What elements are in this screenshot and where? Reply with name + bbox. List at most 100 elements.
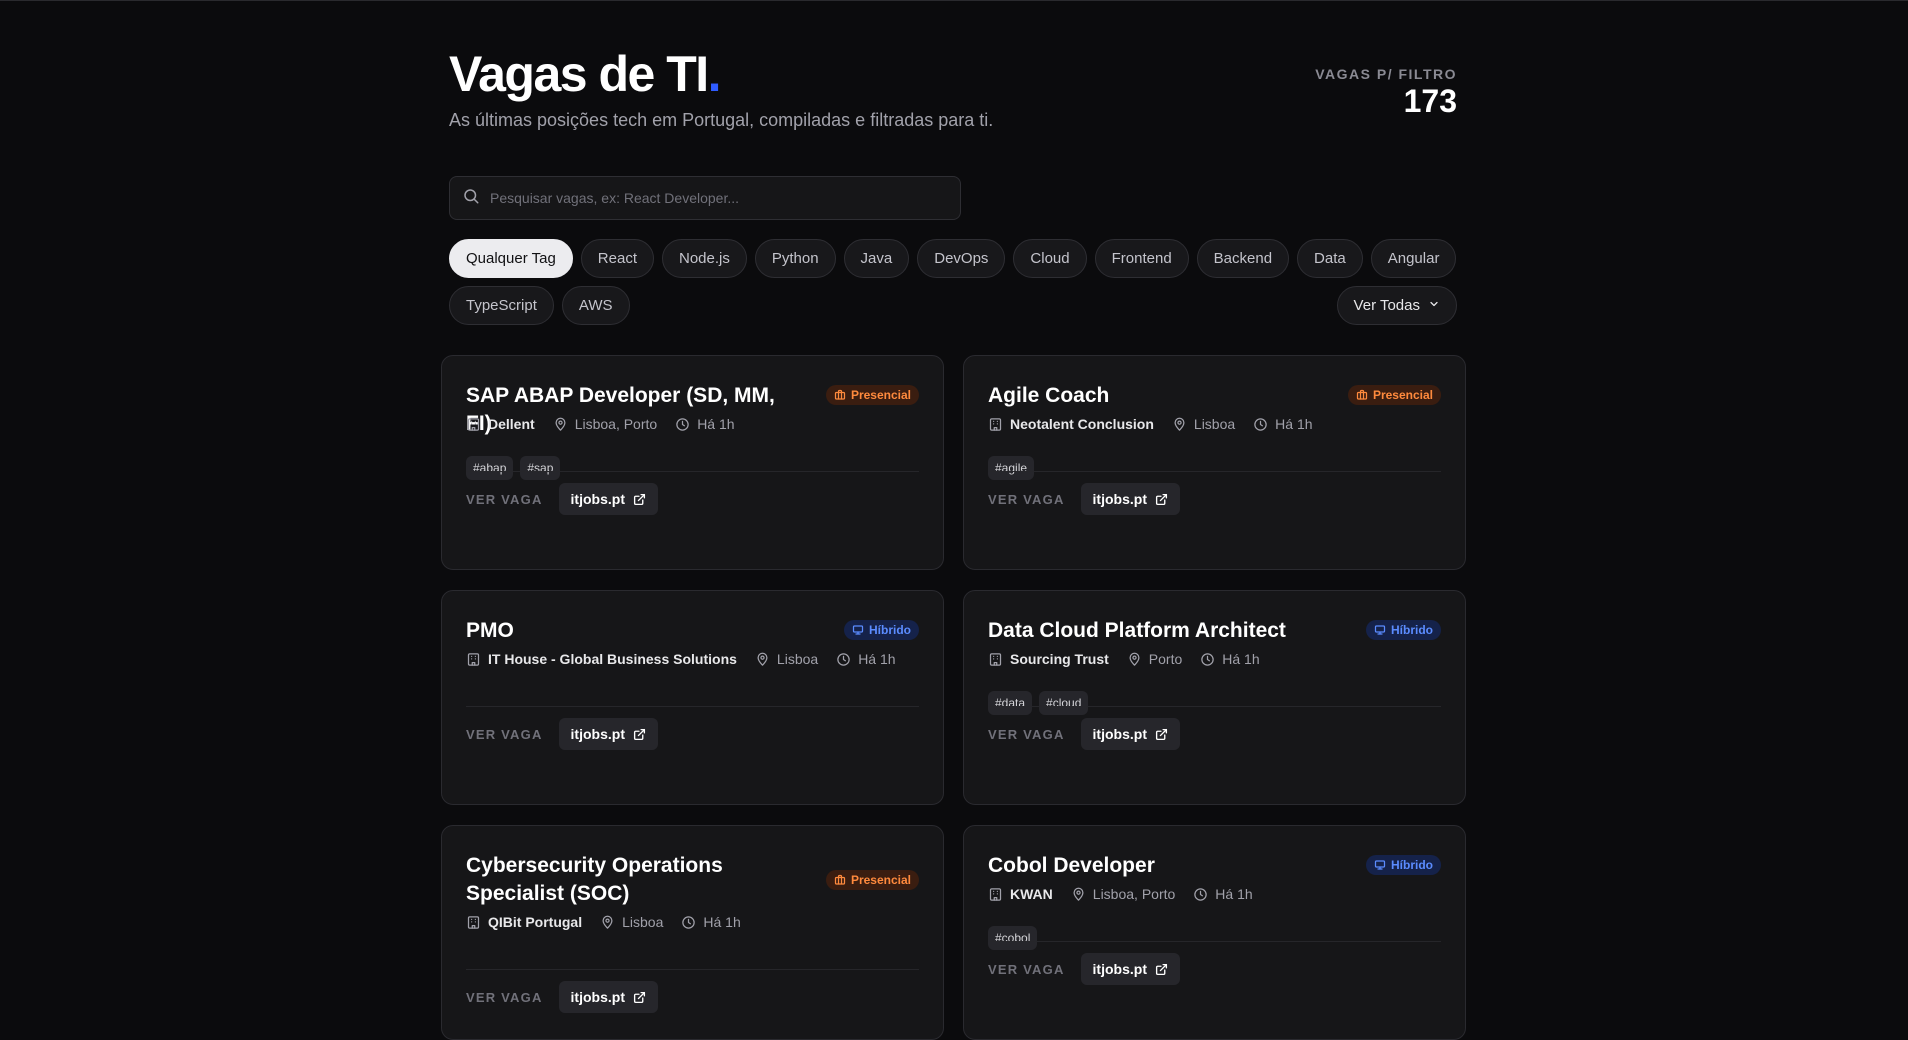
tag-filter-java[interactable]: Java	[843, 239, 910, 278]
job-meta: QIBit Portugal Lisboa Há 1h	[466, 914, 741, 930]
tag-filter-data[interactable]: Data	[1297, 239, 1363, 278]
ver-vaga-label: VER VAGA	[988, 491, 1065, 507]
tag-filter-cloud[interactable]: Cloud	[1013, 239, 1087, 278]
location-pin-icon	[1127, 652, 1142, 667]
counter-label: VAGAS P/ FILTRO	[1315, 66, 1457, 82]
job-meta: IT House - Global Business Solutions Lisb…	[466, 651, 896, 667]
card-divider	[988, 471, 1441, 472]
job-card[interactable]: Agile Coach Presencial Neotalent Conclusio…	[963, 355, 1466, 570]
job-location: Lisboa, Porto	[1092, 886, 1176, 902]
job-source-link[interactable]: itjobs.pt	[1080, 953, 1180, 985]
work-mode-label: Híbrido	[869, 623, 911, 637]
location-pin-icon	[755, 652, 770, 667]
job-location-item: Lisboa	[755, 651, 818, 667]
company-icon	[466, 417, 481, 432]
tag-filter-python[interactable]: Python	[754, 239, 836, 278]
external-link-icon	[633, 493, 646, 506]
ver-todas-button[interactable]: Ver Todas	[1336, 286, 1457, 325]
work-mode-badge: Híbrido	[1366, 620, 1441, 640]
source-name: itjobs.pt	[1092, 726, 1147, 742]
monitor-icon	[1374, 624, 1386, 636]
company-name-item: KWAN	[988, 886, 1053, 902]
work-mode-label: Híbrido	[1391, 623, 1433, 637]
work-mode-label: Híbrido	[1391, 858, 1433, 872]
tag-filter-backend[interactable]: Backend	[1196, 239, 1290, 278]
job-title[interactable]: Cobol Developer	[988, 852, 1328, 880]
card-divider	[466, 706, 919, 707]
tag-filter-frontend[interactable]: Frontend	[1094, 239, 1189, 278]
company-name-item: Sourcing Trust	[988, 651, 1109, 667]
ver-vaga-label: VER VAGA	[466, 989, 543, 1005]
company-name: Dellent	[488, 416, 535, 432]
job-card[interactable]: Data Cloud Platform Architect Híbrido Sour…	[963, 590, 1466, 805]
job-meta: Dellent Lisboa, Porto Há 1h	[466, 416, 735, 432]
search-input[interactable]	[490, 190, 960, 206]
tag-filter-typescript[interactable]: TypeScript	[449, 286, 554, 325]
job-card[interactable]: Cybersecurity Operations Specialist (SOC…	[441, 825, 944, 1040]
external-link-icon	[1155, 728, 1168, 741]
job-card[interactable]: PMO Híbrido IT House - Global Business Sol…	[441, 590, 944, 805]
company-name: KWAN	[1010, 886, 1053, 902]
job-location-item: Porto	[1127, 651, 1182, 667]
tag-filter-qualquer-tag[interactable]: Qualquer Tag	[449, 239, 573, 278]
job-source-link[interactable]: itjobs.pt	[558, 718, 658, 750]
job-tag-chip: #sap	[520, 456, 561, 480]
job-title[interactable]: Agile Coach	[988, 382, 1328, 410]
ver-vaga-label: VER VAGA	[466, 491, 543, 507]
company-name-item: Dellent	[466, 416, 535, 432]
ver-todas-label: Ver Todas	[1353, 297, 1420, 314]
job-tags: #data #cloud	[988, 691, 1089, 715]
job-tag-chip: #data	[988, 691, 1033, 715]
page-header: Vagas de TI. As últimas posições tech em…	[449, 0, 1457, 150]
clock-icon	[675, 417, 690, 432]
work-mode-badge: Híbrido	[844, 620, 919, 640]
briefcase-icon	[1356, 389, 1368, 401]
job-counter: VAGAS P/ FILTRO 173	[1315, 66, 1457, 120]
company-name: QIBit Portugal	[488, 914, 583, 930]
clock-icon	[681, 915, 696, 930]
card-footer: VER VAGA itjobs.pt	[988, 483, 1180, 515]
job-location-item: Lisboa	[600, 914, 663, 930]
job-title[interactable]: PMO	[466, 617, 806, 645]
card-footer: VER VAGA itjobs.pt	[466, 718, 658, 750]
job-source-link[interactable]: itjobs.pt	[1080, 718, 1180, 750]
posted-time-item: Há 1h	[675, 416, 735, 432]
company-name: Sourcing Trust	[1010, 651, 1109, 667]
job-source-link[interactable]: itjobs.pt	[558, 483, 658, 515]
card-divider	[466, 471, 919, 472]
job-location: Porto	[1148, 651, 1183, 667]
company-name: IT House - Global Business Solutions	[488, 651, 737, 667]
tag-filter-node-js[interactable]: Node.js	[661, 239, 747, 278]
job-source-link[interactable]: itjobs.pt	[1080, 483, 1180, 515]
posted-time-item: Há 1h	[1253, 416, 1313, 432]
job-title[interactable]: Data Cloud Platform Architect	[988, 617, 1328, 645]
job-source-link[interactable]: itjobs.pt	[558, 981, 658, 1013]
job-card[interactable]: SAP ABAP Developer (SD, MM, FI) Presencia…	[441, 355, 944, 570]
job-tag-chip: #agile	[988, 456, 1035, 480]
search-icon	[462, 187, 480, 210]
card-footer: VER VAGA itjobs.pt	[988, 718, 1180, 750]
tag-filter-react[interactable]: React	[580, 239, 654, 278]
card-divider	[466, 969, 919, 970]
work-mode-badge: Presencial	[1347, 385, 1441, 405]
external-link-icon	[633, 728, 646, 741]
job-title[interactable]: Cybersecurity Operations Specialist (SOC…	[466, 852, 806, 908]
posted-time-item: Há 1h	[836, 651, 896, 667]
card-footer: VER VAGA itjobs.pt	[466, 483, 658, 515]
posted-time: Há 1h	[1275, 416, 1313, 432]
job-card[interactable]: Cobol Developer Híbrido KWAN Lisboa, Porto H…	[963, 825, 1466, 1040]
title-dot: .	[707, 46, 722, 102]
tag-filter-aws[interactable]: AWS	[561, 286, 630, 325]
company-name-item: Neotalent Conclusion	[988, 416, 1154, 432]
source-name: itjobs.pt	[1092, 961, 1147, 977]
work-mode-badge: Presencial	[825, 385, 919, 405]
job-tags: #cobol	[988, 926, 1038, 950]
source-name: itjobs.pt	[570, 989, 625, 1005]
tag-filter-angular[interactable]: Angular	[1370, 239, 1457, 278]
search-box[interactable]	[449, 176, 961, 220]
tag-filter-devops[interactable]: DevOps	[917, 239, 1006, 278]
clock-icon	[1193, 887, 1208, 902]
job-location-item: Lisboa, Porto	[1071, 886, 1176, 902]
job-tag-chip: #cloud	[1039, 691, 1089, 715]
posted-time: Há 1h	[1222, 651, 1260, 667]
